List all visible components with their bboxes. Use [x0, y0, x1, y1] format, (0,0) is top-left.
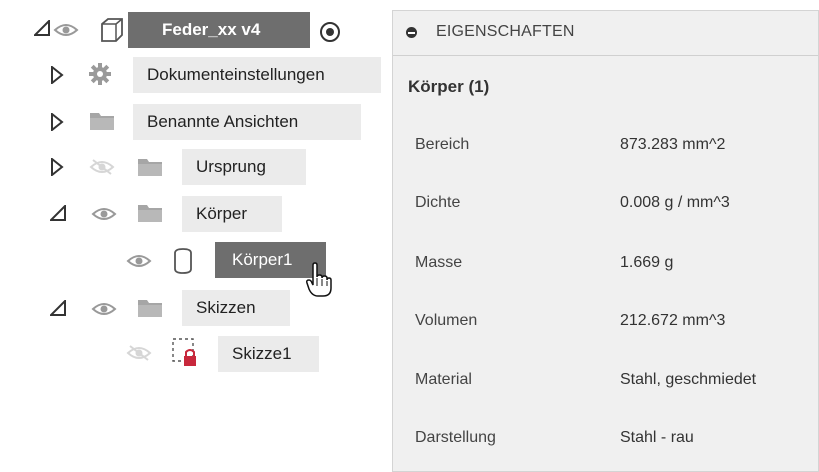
tree-item-skizze1[interactable]: Skizze1 — [218, 336, 319, 372]
prop-name-dichte: Dichte — [415, 194, 461, 211]
properties-heading: Körper (1) — [408, 77, 490, 96]
prop-value-material: Stahl, geschmiedet — [620, 371, 757, 388]
expand-triangle-icon[interactable] — [50, 158, 64, 176]
folder-icon — [138, 205, 162, 222]
sketch-lock-icon — [172, 338, 196, 366]
prop-value-dichte: 0.008 g / mm^3 — [620, 194, 730, 211]
tree-item-skizzen[interactable]: Skizzen — [182, 290, 290, 326]
prop-value-masse: 1.669 g — [620, 254, 674, 271]
properties-panel: EIGENSCHAFTEN Körper (1) Bereich 873.283… — [392, 10, 819, 472]
prop-name-masse: Masse — [415, 254, 463, 271]
folder-icon — [138, 300, 162, 317]
hand-cursor-icon — [306, 262, 332, 297]
collapse-triangle-icon[interactable] — [50, 205, 66, 221]
eye-icon[interactable] — [126, 253, 152, 269]
prop-name-volumen: Volumen — [415, 312, 478, 329]
collapse-triangle-icon[interactable] — [34, 20, 50, 36]
eye-icon[interactable] — [91, 301, 117, 317]
prop-name-bereich: Bereich — [415, 136, 470, 153]
prop-value-bereich: 873.283 mm^2 — [620, 136, 726, 153]
prop-name-darstellung: Darstellung — [415, 429, 496, 446]
root-component-label[interactable]: Feder_xx v4 — [128, 12, 310, 48]
properties-panel-title: EIGENSCHAFTEN — [436, 23, 575, 40]
properties-panel-header[interactable]: EIGENSCHAFTEN — [393, 11, 818, 56]
prop-name-material: Material — [415, 371, 472, 388]
prop-value-volumen: 212.672 mm^3 — [620, 312, 726, 329]
prop-value-darstellung: Stahl - rau — [620, 429, 694, 446]
collapse-triangle-icon[interactable] — [50, 300, 66, 316]
eye-hidden-icon[interactable] — [89, 158, 115, 176]
eye-hidden-icon[interactable] — [126, 344, 152, 362]
expand-triangle-icon[interactable] — [50, 113, 64, 131]
folder-icon — [90, 113, 114, 130]
tree-item-benannte-ansichten[interactable]: Benannte Ansichten — [133, 104, 361, 140]
tree-item-ursprung[interactable]: Ursprung — [182, 149, 306, 185]
component-box-icon — [101, 18, 123, 42]
folder-icon — [138, 159, 162, 176]
body-cylinder-icon — [174, 248, 192, 274]
expand-triangle-icon[interactable] — [50, 66, 64, 84]
collapse-panel-icon[interactable] — [406, 27, 417, 38]
eye-icon[interactable] — [91, 206, 117, 222]
tree-item-dokumenteinstellungen[interactable]: Dokumenteinstellungen — [133, 57, 381, 93]
gear-icon — [89, 63, 111, 85]
eye-icon[interactable] — [53, 22, 79, 38]
activate-radio-icon[interactable] — [318, 20, 342, 44]
tree-item-koerper[interactable]: Körper — [182, 196, 282, 232]
